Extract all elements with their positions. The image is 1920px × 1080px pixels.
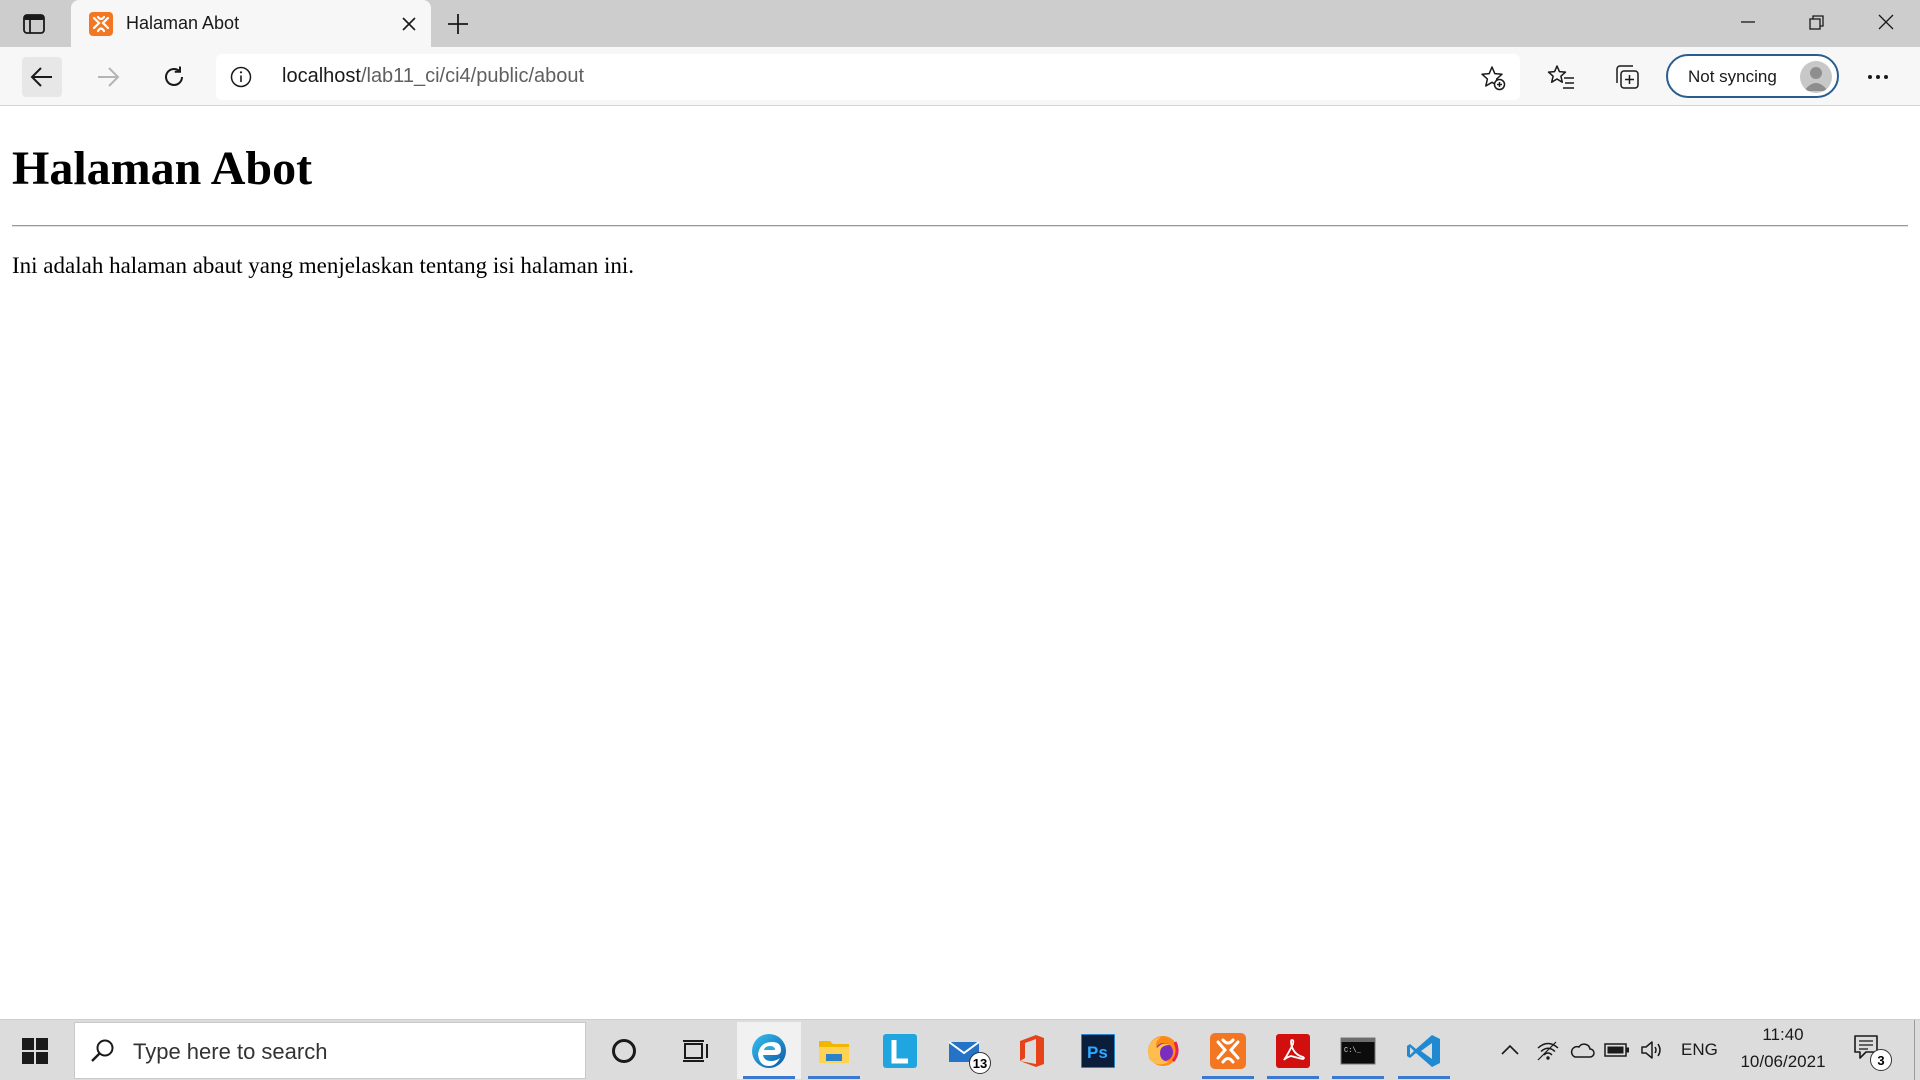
l-app-icon[interactable] bbox=[868, 1022, 932, 1079]
url-host: localhost bbox=[282, 65, 361, 87]
wifi-icon[interactable] bbox=[1535, 1037, 1561, 1063]
edge-icon[interactable] bbox=[737, 1022, 801, 1079]
chevron-up-icon[interactable] bbox=[1497, 1037, 1523, 1063]
add-favorite-icon[interactable] bbox=[1480, 65, 1506, 91]
photoshop-icon[interactable]: Ps bbox=[1066, 1022, 1130, 1079]
site-info-icon[interactable] bbox=[230, 66, 252, 88]
forward-button[interactable] bbox=[88, 57, 128, 97]
xampp-taskbar-icon[interactable] bbox=[1196, 1022, 1260, 1079]
active-tab[interactable]: Halaman Abot bbox=[71, 0, 431, 48]
battery-icon[interactable] bbox=[1604, 1037, 1630, 1063]
notification-badge: 3 bbox=[1870, 1049, 1892, 1071]
browser-tab-bar: Halaman Abot bbox=[0, 0, 1920, 48]
firefox-icon[interactable] bbox=[1131, 1022, 1195, 1079]
profile-sync-button[interactable]: Not syncing bbox=[1666, 54, 1839, 98]
divider bbox=[12, 225, 1908, 227]
page-content: Halaman Abot Ini adalah halaman abaut ya… bbox=[0, 107, 1920, 1019]
office-icon[interactable] bbox=[1000, 1022, 1064, 1079]
mail-badge: 13 bbox=[969, 1052, 991, 1074]
minimize-button[interactable] bbox=[1714, 0, 1782, 44]
onedrive-icon[interactable] bbox=[1569, 1037, 1595, 1063]
url-path: /lab11_ci/ci4/public/about bbox=[360, 65, 585, 87]
favorites-icon[interactable] bbox=[1541, 57, 1581, 97]
close-window-button[interactable] bbox=[1852, 0, 1920, 44]
volume-icon[interactable] bbox=[1639, 1037, 1665, 1063]
avatar bbox=[1800, 61, 1832, 93]
clock-date[interactable]: 10/06/2021 bbox=[1735, 1052, 1831, 1072]
svg-text:Ps: Ps bbox=[1087, 1043, 1108, 1062]
start-button[interactable] bbox=[8, 1028, 62, 1074]
show-desktop-button[interactable] bbox=[1914, 1020, 1920, 1080]
cortana-icon[interactable] bbox=[592, 1022, 656, 1079]
url-text: localhost/lab11_ci/ci4/public/about bbox=[282, 65, 584, 88]
search-placeholder: Type here to search bbox=[133, 1039, 328, 1064]
browser-toolbar: localhost/lab11_ci/ci4/public/about Not … bbox=[0, 47, 1920, 106]
sync-status-label: Not syncing bbox=[1688, 67, 1777, 86]
notification-center-button[interactable]: 3 bbox=[1852, 1032, 1892, 1072]
new-tab-button[interactable] bbox=[442, 10, 474, 38]
tab-actions-icon[interactable] bbox=[14, 10, 54, 38]
acrobat-icon[interactable] bbox=[1261, 1022, 1325, 1079]
collections-icon[interactable] bbox=[1607, 57, 1647, 97]
page-title: Halaman Abot bbox=[12, 142, 313, 195]
xampp-icon bbox=[89, 12, 113, 36]
refresh-button[interactable] bbox=[154, 57, 194, 97]
taskbar-search-box[interactable]: Type here to search bbox=[74, 1022, 586, 1079]
vscode-icon[interactable] bbox=[1392, 1022, 1456, 1079]
more-options-icon[interactable] bbox=[1858, 57, 1898, 97]
mail-icon[interactable]: 13 bbox=[934, 1022, 998, 1079]
file-explorer-icon[interactable] bbox=[802, 1022, 866, 1079]
page-paragraph: Ini adalah halaman abaut yang menjelaska… bbox=[12, 253, 635, 278]
task-view-icon[interactable] bbox=[664, 1022, 728, 1079]
back-button[interactable] bbox=[22, 57, 62, 97]
search-icon bbox=[89, 1037, 117, 1065]
clock-time[interactable]: 11:40 bbox=[1735, 1025, 1831, 1045]
language-indicator[interactable]: ENG bbox=[1681, 1040, 1718, 1060]
terminal-icon[interactable]: C:\_ bbox=[1326, 1022, 1390, 1079]
windows-taskbar: Type here to search 13 Ps C:\_ ENG 11:40… bbox=[0, 1019, 1920, 1080]
close-tab-icon[interactable] bbox=[397, 12, 421, 36]
restore-button[interactable] bbox=[1782, 0, 1850, 44]
svg-text:C:\_: C:\_ bbox=[1344, 1047, 1362, 1055]
address-bar[interactable]: localhost/lab11_ci/ci4/public/about bbox=[216, 54, 1520, 100]
tab-title: Halaman Abot bbox=[126, 13, 240, 33]
